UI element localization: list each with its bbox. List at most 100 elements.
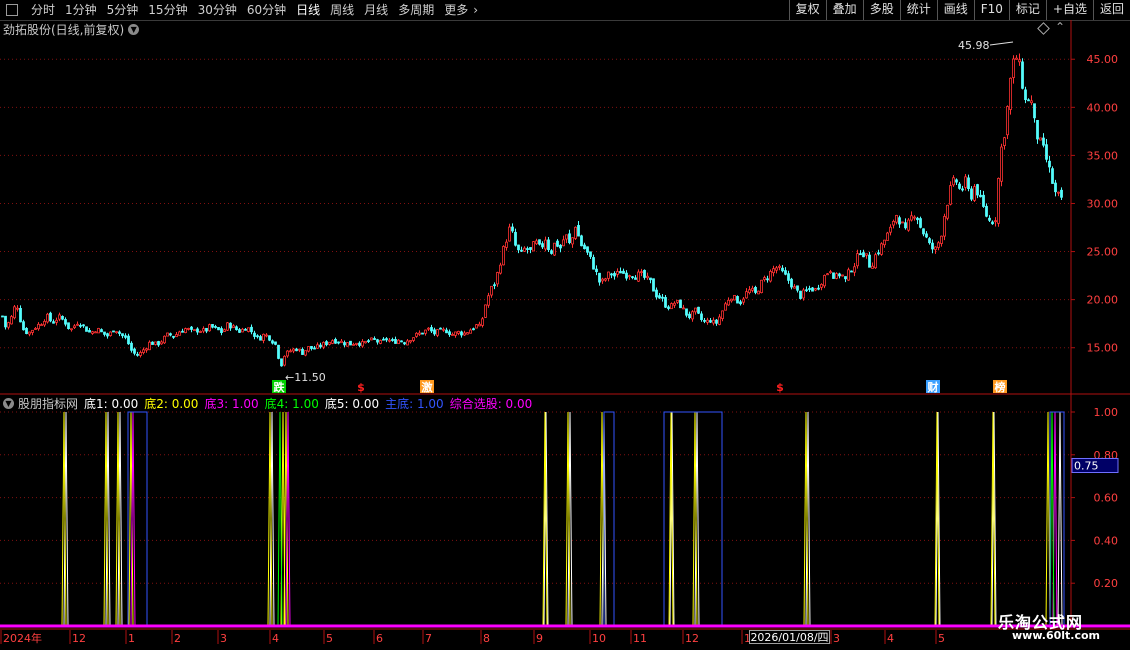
- x-tick-label-0: 2024年: [3, 631, 42, 645]
- candle-body-345: [1036, 119, 1039, 140]
- candle-body-170: [511, 226, 514, 232]
- candle-body-231: [694, 307, 697, 313]
- candle-body-337: [1012, 58, 1015, 78]
- candle-body-9: [28, 331, 31, 335]
- candle-body-238: [715, 319, 718, 324]
- candle-body-167: [502, 246, 505, 266]
- candle-body-226: [679, 299, 682, 309]
- candle-body-2: [7, 322, 10, 328]
- candle-body-304: [913, 216, 916, 219]
- candle-body-320: [961, 188, 964, 191]
- ind-tick-label-3: 0.40: [1094, 534, 1119, 547]
- price-chart[interactable]: 15.00 20.00 25.00 30.00 35.00 40.00 45.00 1.00 0…: [0, 0, 1130, 650]
- candle-body-59: [178, 331, 181, 336]
- candle-body-93: [280, 358, 283, 367]
- candle-body-49: [148, 341, 151, 351]
- candle-body-45: [136, 353, 139, 356]
- candle-body-25: [76, 323, 79, 326]
- x-tick-label-15: 3: [833, 632, 840, 645]
- candle-body-142: [427, 327, 430, 330]
- candle-body-240: [721, 310, 724, 319]
- candle-body-67: [202, 328, 205, 332]
- x-tick-label-2: 1: [128, 632, 135, 645]
- candle-body-69: [208, 324, 211, 332]
- x-tick-label-17: 5: [938, 632, 945, 645]
- candle-body-141: [424, 329, 427, 334]
- candle-body-26: [79, 324, 82, 327]
- candle-body-51: [154, 341, 157, 345]
- candle-body-4: [13, 306, 16, 319]
- candle-body-329: [988, 217, 991, 221]
- candle-body-175: [526, 248, 529, 250]
- candle-body-63: [190, 326, 193, 330]
- candle-body-104: [313, 347, 316, 350]
- candle-body-319: [958, 183, 961, 189]
- candle-body-290: [871, 265, 874, 269]
- candle-body-168: [505, 241, 508, 248]
- candle-body-133: [400, 340, 403, 343]
- candle-body-331: [994, 220, 997, 223]
- candle-body-315: [946, 204, 949, 219]
- candle-body-259: [778, 265, 781, 268]
- candle-body-22: [67, 322, 70, 329]
- candle-body-91: [274, 341, 277, 345]
- candle-body-60: [181, 330, 184, 333]
- candle-body-66: [199, 331, 202, 333]
- candle-body-97: [292, 348, 295, 352]
- candle-body-224: [673, 302, 676, 306]
- candle-body-352: [1057, 191, 1060, 194]
- candle-body-24: [73, 325, 76, 328]
- candle-body-149: [448, 331, 451, 335]
- candle-body-184: [553, 242, 556, 256]
- x-tick-label-11: 10: [592, 632, 606, 645]
- candle-body-286: [859, 253, 862, 256]
- candle-body-101: [304, 350, 307, 356]
- candle-body-216: [649, 277, 652, 281]
- candle-body-46: [139, 352, 142, 356]
- candle-body-155: [466, 332, 469, 335]
- x-tick-label-10: 9: [536, 632, 543, 645]
- candle-body-182: [547, 239, 550, 251]
- candle-body-98: [295, 348, 298, 352]
- candle-body-19: [58, 314, 61, 320]
- candle-body-154: [463, 332, 466, 336]
- candle-body-172: [517, 244, 520, 251]
- candle-body-94: [283, 355, 286, 366]
- candle-body-261: [784, 270, 787, 275]
- candle-body-262: [787, 273, 790, 281]
- candle-body-92: [277, 344, 280, 359]
- candle-body-10: [31, 329, 34, 333]
- candle-body-23: [70, 328, 73, 331]
- signal-1-spike-15: [1045, 411, 1051, 627]
- candle-body-131: [394, 338, 397, 344]
- candle-body-241: [724, 303, 727, 311]
- candle-body-303: [910, 215, 913, 221]
- candle-body-246: [739, 301, 742, 305]
- candle-body-203: [610, 273, 613, 276]
- candle-body-210: [631, 276, 634, 279]
- candle-body-212: [637, 271, 640, 282]
- candle-body-164: [493, 284, 496, 287]
- candle-body-350: [1051, 168, 1054, 184]
- candle-body-85: [256, 335, 259, 338]
- candle-body-21: [64, 319, 67, 325]
- signal-3-spike-0: [277, 411, 283, 627]
- candle-body-140: [421, 332, 424, 335]
- candle-body-251: [754, 286, 757, 293]
- candle-body-305: [916, 217, 919, 221]
- candle-body-211: [634, 277, 637, 280]
- candle-body-103: [310, 346, 313, 349]
- candle-body-107: [322, 342, 325, 348]
- candle-body-20: [61, 315, 64, 320]
- candle-body-239: [718, 316, 721, 325]
- candle-body-344: [1033, 103, 1036, 119]
- candle-body-253: [760, 279, 763, 294]
- candle-body-293: [880, 243, 883, 255]
- candle-body-52: [157, 341, 160, 346]
- candle-body-299: [898, 217, 901, 225]
- candle-body-351: [1054, 182, 1057, 193]
- candle-body-108: [325, 341, 328, 346]
- candle-body-196: [589, 251, 592, 257]
- candle-body-334: [1003, 137, 1006, 146]
- candle-body-176: [529, 247, 532, 250]
